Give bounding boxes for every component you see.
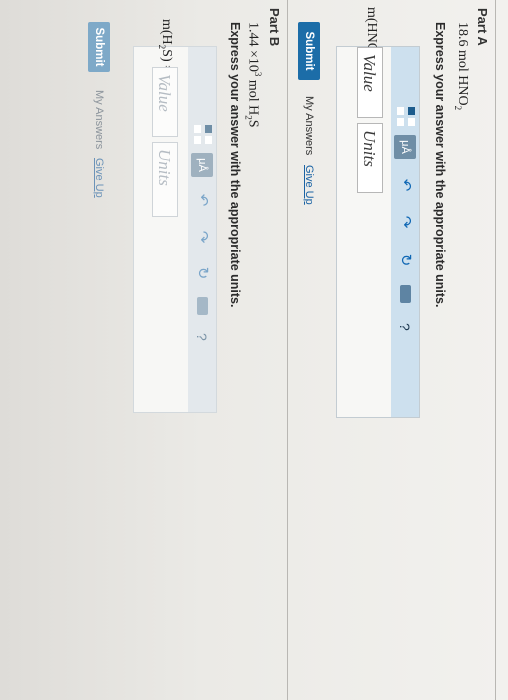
part-b-answer-box: μÅ ↶ ↷ ↻ ? m(H2S) = Value Units — [133, 19, 217, 413]
part-a-toolbar: μÅ ↶ ↷ ↻ ? — [391, 47, 419, 417]
part-b-submit-button[interactable]: Submit — [88, 22, 110, 72]
keyboard-icon[interactable] — [197, 297, 208, 315]
part-a-submit-button[interactable]: Submit — [298, 22, 320, 80]
part-a-section: Part A 18.6 mol HNO2 Express your answer… — [290, 0, 496, 700]
undo-icon[interactable]: ↶ — [192, 190, 212, 210]
units-button[interactable]: μÅ — [191, 153, 213, 177]
part-b-toolbar: μÅ ↶ ↷ ↻ ? — [188, 47, 216, 412]
part-a-give-up-link[interactable]: Give Up — [303, 165, 315, 205]
template-grid-icon[interactable] — [395, 107, 415, 128]
undo-icon[interactable]: ↶ — [395, 175, 415, 195]
reset-icon[interactable]: ↻ — [192, 263, 212, 283]
units-input[interactable]: Units — [152, 142, 178, 217]
redo-icon[interactable]: ↷ — [395, 212, 415, 232]
part-b-section: Part B 1.44 ×103 mol H2S Express your an… — [0, 0, 288, 700]
keyboard-icon[interactable] — [400, 285, 411, 303]
part-b-title: Part B — [267, 8, 282, 47]
part-a-instruction: Express your answer with the appropriate… — [433, 22, 447, 308]
value-input[interactable]: Value — [152, 67, 178, 137]
value-input[interactable]: Value — [357, 47, 383, 118]
help-icon[interactable]: ? — [192, 333, 212, 347]
part-b-instruction: Express your answer with the appropriate… — [228, 22, 242, 308]
part-a-my-answers-link[interactable]: My Answers — [303, 96, 315, 155]
part-a-given: 18.6 mol HNO2 — [453, 22, 470, 111]
rotated-page: Part A 18.6 mol HNO2 Express your answer… — [0, 0, 508, 700]
part-b-my-answers-link[interactable]: My Answers — [93, 90, 105, 149]
part-b-give-up-link[interactable]: Give Up — [93, 158, 105, 198]
reset-icon[interactable]: ↻ — [395, 250, 415, 270]
part-b-given: 1.44 ×103 mol H2S — [243, 22, 263, 128]
part-a-answer-box: μÅ ↶ ↷ ↻ ? m(HNO2) = Value Units — [336, 7, 420, 418]
units-button[interactable]: μÅ — [394, 135, 416, 159]
redo-icon[interactable]: ↷ — [192, 227, 212, 247]
part-b-answer-label: m(H2S) = — [157, 19, 174, 74]
template-grid-icon[interactable] — [192, 125, 212, 146]
part-a-title: Part A — [475, 8, 490, 46]
units-input[interactable]: Units — [357, 123, 383, 193]
help-icon[interactable]: ? — [395, 323, 415, 337]
